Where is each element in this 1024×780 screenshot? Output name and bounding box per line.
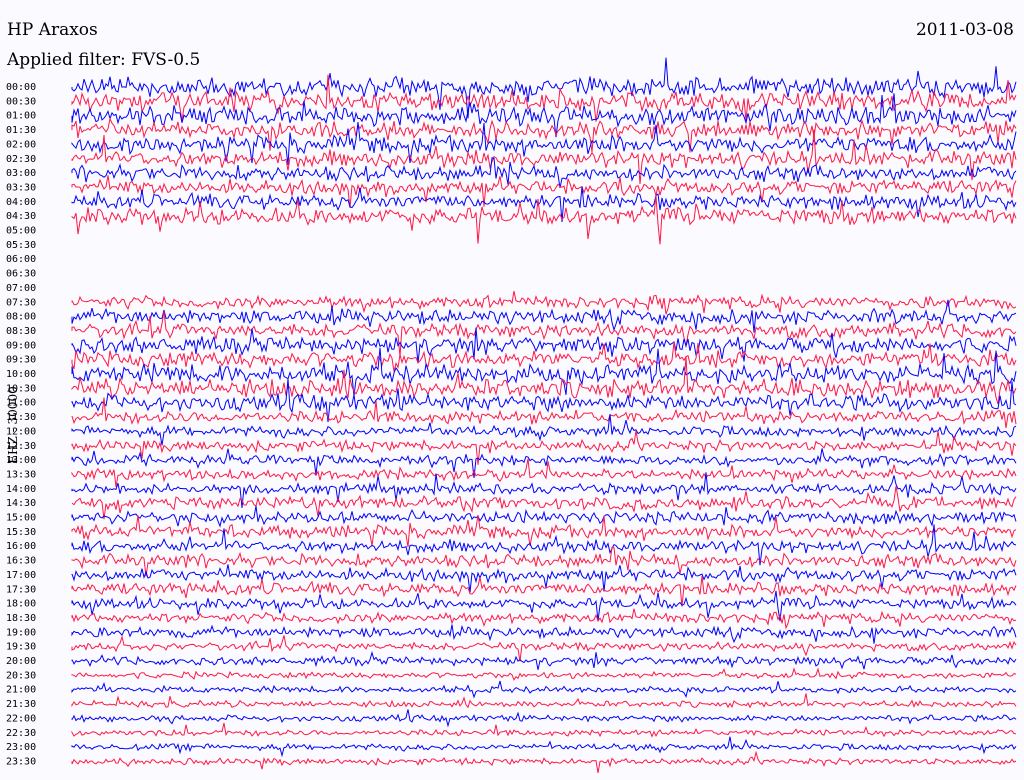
- seismic-trace-1130: [71, 397, 1017, 429]
- seismic-trace-2330: [71, 750, 1017, 773]
- time-label: 04:00: [6, 197, 36, 208]
- seismic-trace-0800: [71, 299, 1017, 333]
- time-label: 13:30: [6, 469, 36, 480]
- seismic-trace-2230: [71, 722, 1017, 738]
- time-label: 20:00: [6, 656, 36, 667]
- time-label: 00:30: [6, 96, 36, 107]
- time-label: 16:30: [6, 556, 36, 567]
- date-label: 2011-03-08: [915, 20, 1014, 40]
- time-label: 02:30: [6, 154, 36, 165]
- time-label: 05:30: [6, 240, 36, 251]
- time-label: 18:00: [6, 599, 36, 610]
- time-label: 06:00: [6, 254, 36, 265]
- time-label: 07:30: [6, 297, 36, 308]
- time-label: 23:30: [6, 756, 36, 767]
- station-title: HP Araxos: [7, 20, 98, 40]
- time-label: 15:30: [6, 527, 36, 538]
- time-label: 20:30: [6, 670, 36, 681]
- seismic-trace-1830: [71, 608, 1017, 630]
- time-label: 17:30: [6, 584, 36, 595]
- seismic-trace-0830: [71, 311, 1017, 357]
- filter-label: Applied filter: FVS-0.5: [7, 50, 201, 70]
- seismic-trace-2300: [71, 736, 1017, 758]
- time-label: 05:00: [6, 226, 36, 237]
- seismic-trace-1330: [71, 458, 1017, 487]
- time-label: 16:00: [6, 541, 36, 552]
- time-label: 14:00: [6, 484, 36, 495]
- time-label: 09:30: [6, 355, 36, 366]
- time-label: 04:30: [6, 211, 36, 222]
- time-label: 19:00: [6, 627, 36, 638]
- seismic-trace-2030: [71, 667, 1017, 681]
- time-label: 19:30: [6, 642, 36, 653]
- seismic-trace-0030: [71, 74, 1017, 122]
- time-label: 08:00: [6, 312, 36, 323]
- seismic-trace-1900: [71, 624, 1017, 644]
- seismic-trace-2200: [71, 709, 1017, 728]
- time-label: 22:30: [6, 728, 36, 739]
- time-label: 08:30: [6, 326, 36, 337]
- time-label: 14:30: [6, 498, 36, 509]
- seismic-trace-2100: [71, 680, 1017, 699]
- time-label: 02:00: [6, 139, 36, 150]
- time-label: 06:30: [6, 269, 36, 280]
- channel-label: EHZ - 30000: [6, 386, 20, 464]
- time-label: 10:00: [6, 369, 36, 380]
- seismic-trace-2000: [71, 650, 1017, 670]
- time-label: 22:00: [6, 713, 36, 724]
- helicorder-plot: 00:00 00:30 01:00 01:30 02:00 02:30 03:00 03:30…: [6, 57, 1017, 773]
- time-label: 09:00: [6, 340, 36, 351]
- time-label: 01:30: [6, 125, 36, 136]
- seismic-trace-0730: [71, 290, 1017, 315]
- time-label: 21:30: [6, 699, 36, 710]
- time-label: 18:30: [6, 613, 36, 624]
- time-label: 15:00: [6, 513, 36, 524]
- time-label: 07:00: [6, 283, 36, 294]
- seismic-trace-2130: [71, 693, 1017, 709]
- time-label: 01:00: [6, 111, 36, 122]
- traces: [71, 57, 1017, 773]
- time-label: 17:00: [6, 570, 36, 581]
- time-label: 21:00: [6, 685, 36, 696]
- time-label: 03:30: [6, 182, 36, 193]
- time-label: 03:00: [6, 168, 36, 179]
- time-label: 00:00: [6, 82, 36, 93]
- time-label: 23:00: [6, 742, 36, 753]
